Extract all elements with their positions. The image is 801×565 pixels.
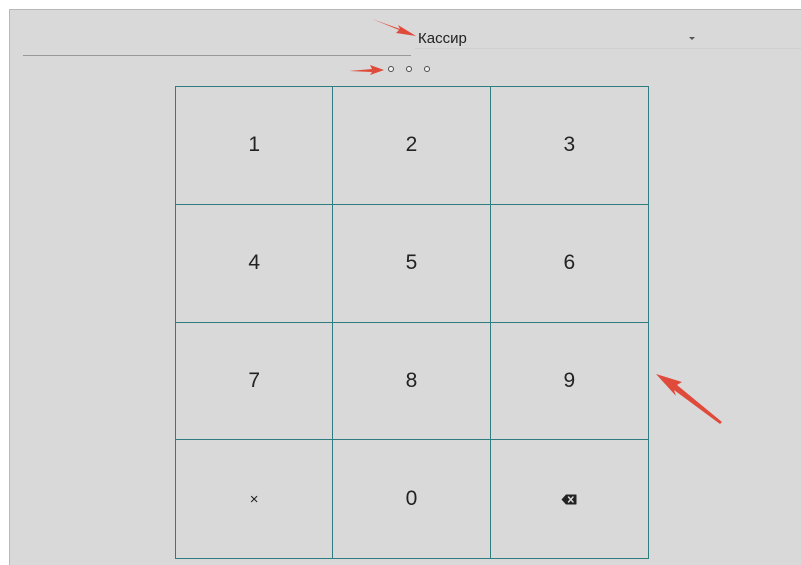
key-8[interactable]: 8 bbox=[333, 322, 491, 441]
pin-keypad: 1 2 3 4 5 6 7 8 9 × 0 bbox=[175, 86, 649, 559]
key-3[interactable]: 3 bbox=[490, 87, 648, 205]
key-0[interactable]: 0 bbox=[333, 440, 491, 558]
backspace-icon bbox=[561, 494, 577, 505]
pin-dot bbox=[388, 66, 394, 72]
clear-key[interactable]: × bbox=[176, 440, 334, 558]
caret-down-icon bbox=[689, 37, 695, 40]
pin-indicator bbox=[388, 66, 430, 72]
divider-line bbox=[23, 55, 411, 56]
backspace-key[interactable] bbox=[490, 440, 648, 558]
role-select-value: Кассир bbox=[418, 30, 467, 47]
key-1[interactable]: 1 bbox=[176, 87, 334, 205]
login-screen: Кассир 1 2 3 4 5 6 7 8 9 × 0 bbox=[9, 9, 801, 565]
role-select[interactable]: Кассир bbox=[415, 28, 801, 49]
pin-dot bbox=[406, 66, 412, 72]
key-9[interactable]: 9 bbox=[490, 322, 648, 441]
key-5[interactable]: 5 bbox=[333, 204, 491, 323]
key-4[interactable]: 4 bbox=[176, 204, 334, 323]
key-2[interactable]: 2 bbox=[333, 87, 491, 205]
key-7[interactable]: 7 bbox=[176, 322, 334, 441]
pin-dot bbox=[424, 66, 430, 72]
key-6[interactable]: 6 bbox=[490, 204, 648, 323]
